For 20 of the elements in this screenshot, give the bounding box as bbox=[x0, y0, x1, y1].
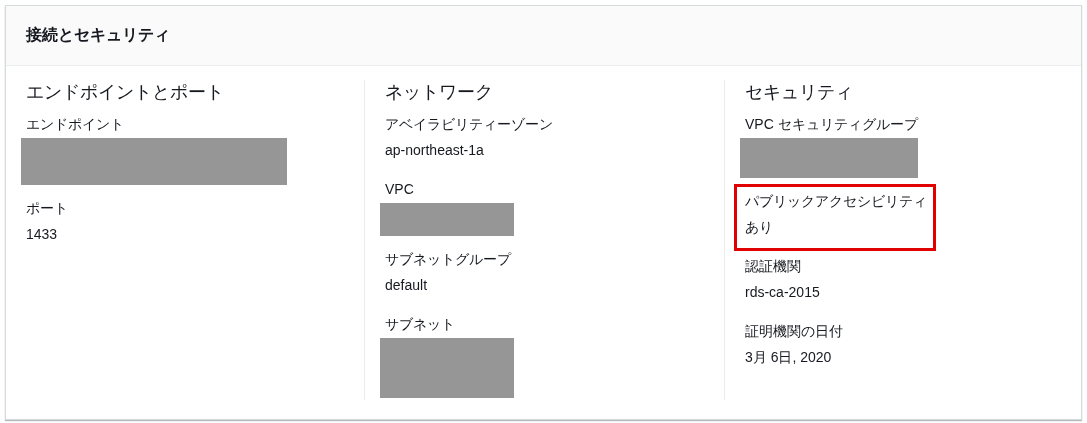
section-heading: セキュリティ bbox=[745, 81, 854, 104]
field-label: エンドポイント bbox=[26, 115, 125, 134]
field-label: VPC セキュリティグループ bbox=[745, 115, 920, 134]
field-value: あり bbox=[745, 218, 774, 237]
section-heading: ネットワーク bbox=[385, 81, 494, 104]
field-value: ap-northeast-1a bbox=[385, 141, 485, 160]
field-label: サブネットグループ bbox=[385, 250, 513, 269]
field-label: 証明機関の日付 bbox=[745, 322, 844, 341]
field-value: 1433 bbox=[26, 225, 59, 244]
section-heading: エンドポイントとポート bbox=[26, 81, 225, 104]
panel-title: 接続とセキュリティ bbox=[26, 25, 170, 45]
field-label: VPC bbox=[385, 180, 415, 199]
field-label: 認証機関 bbox=[745, 257, 802, 276]
field-label: ポート bbox=[26, 199, 69, 218]
field-label: サブネット bbox=[385, 315, 456, 334]
field-value: rds-ca-2015 bbox=[745, 283, 821, 302]
field-label: パブリックアクセシビリティ bbox=[745, 192, 928, 211]
field-value: default bbox=[385, 276, 429, 295]
field-value: 3月 6日, 2020 bbox=[745, 348, 833, 367]
field-label: アベイラビリティーゾーン bbox=[385, 115, 554, 134]
